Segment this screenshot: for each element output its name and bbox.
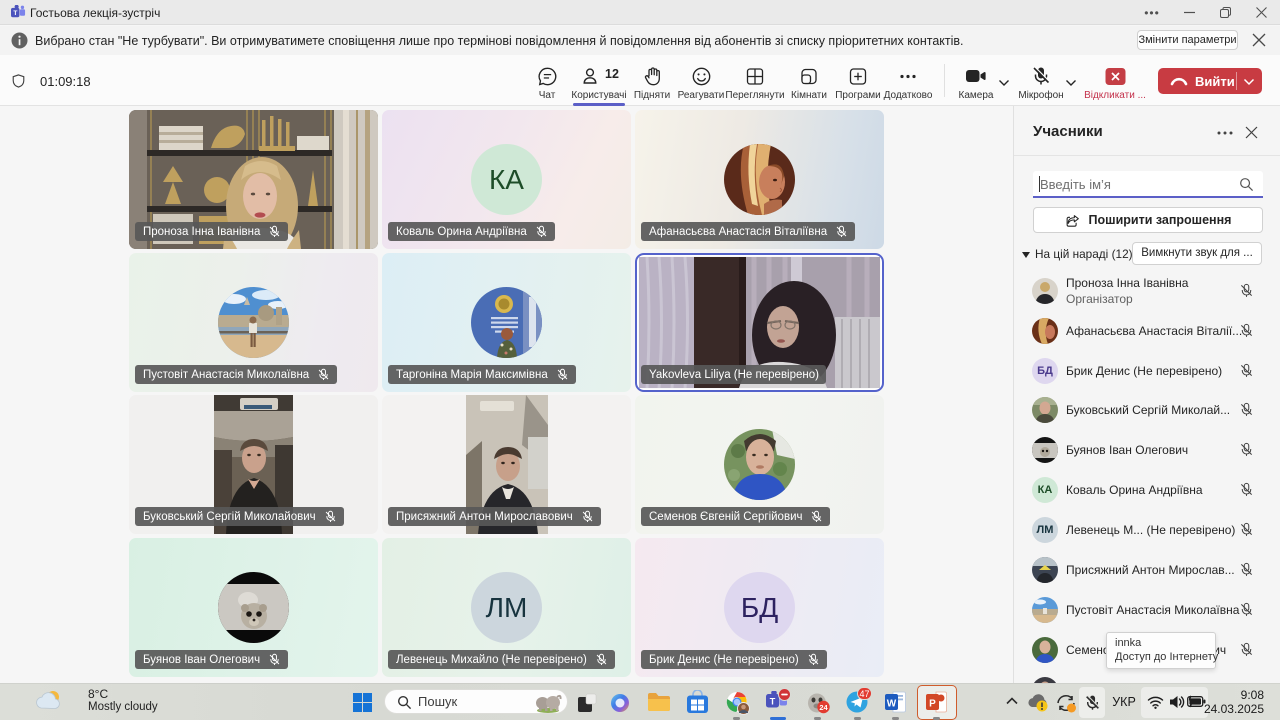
svg-text:24: 24: [819, 703, 828, 712]
svg-text:T: T: [13, 10, 17, 17]
svg-text:W: W: [887, 699, 897, 710]
svg-text:P: P: [929, 699, 936, 710]
svg-text:T: T: [770, 697, 776, 707]
